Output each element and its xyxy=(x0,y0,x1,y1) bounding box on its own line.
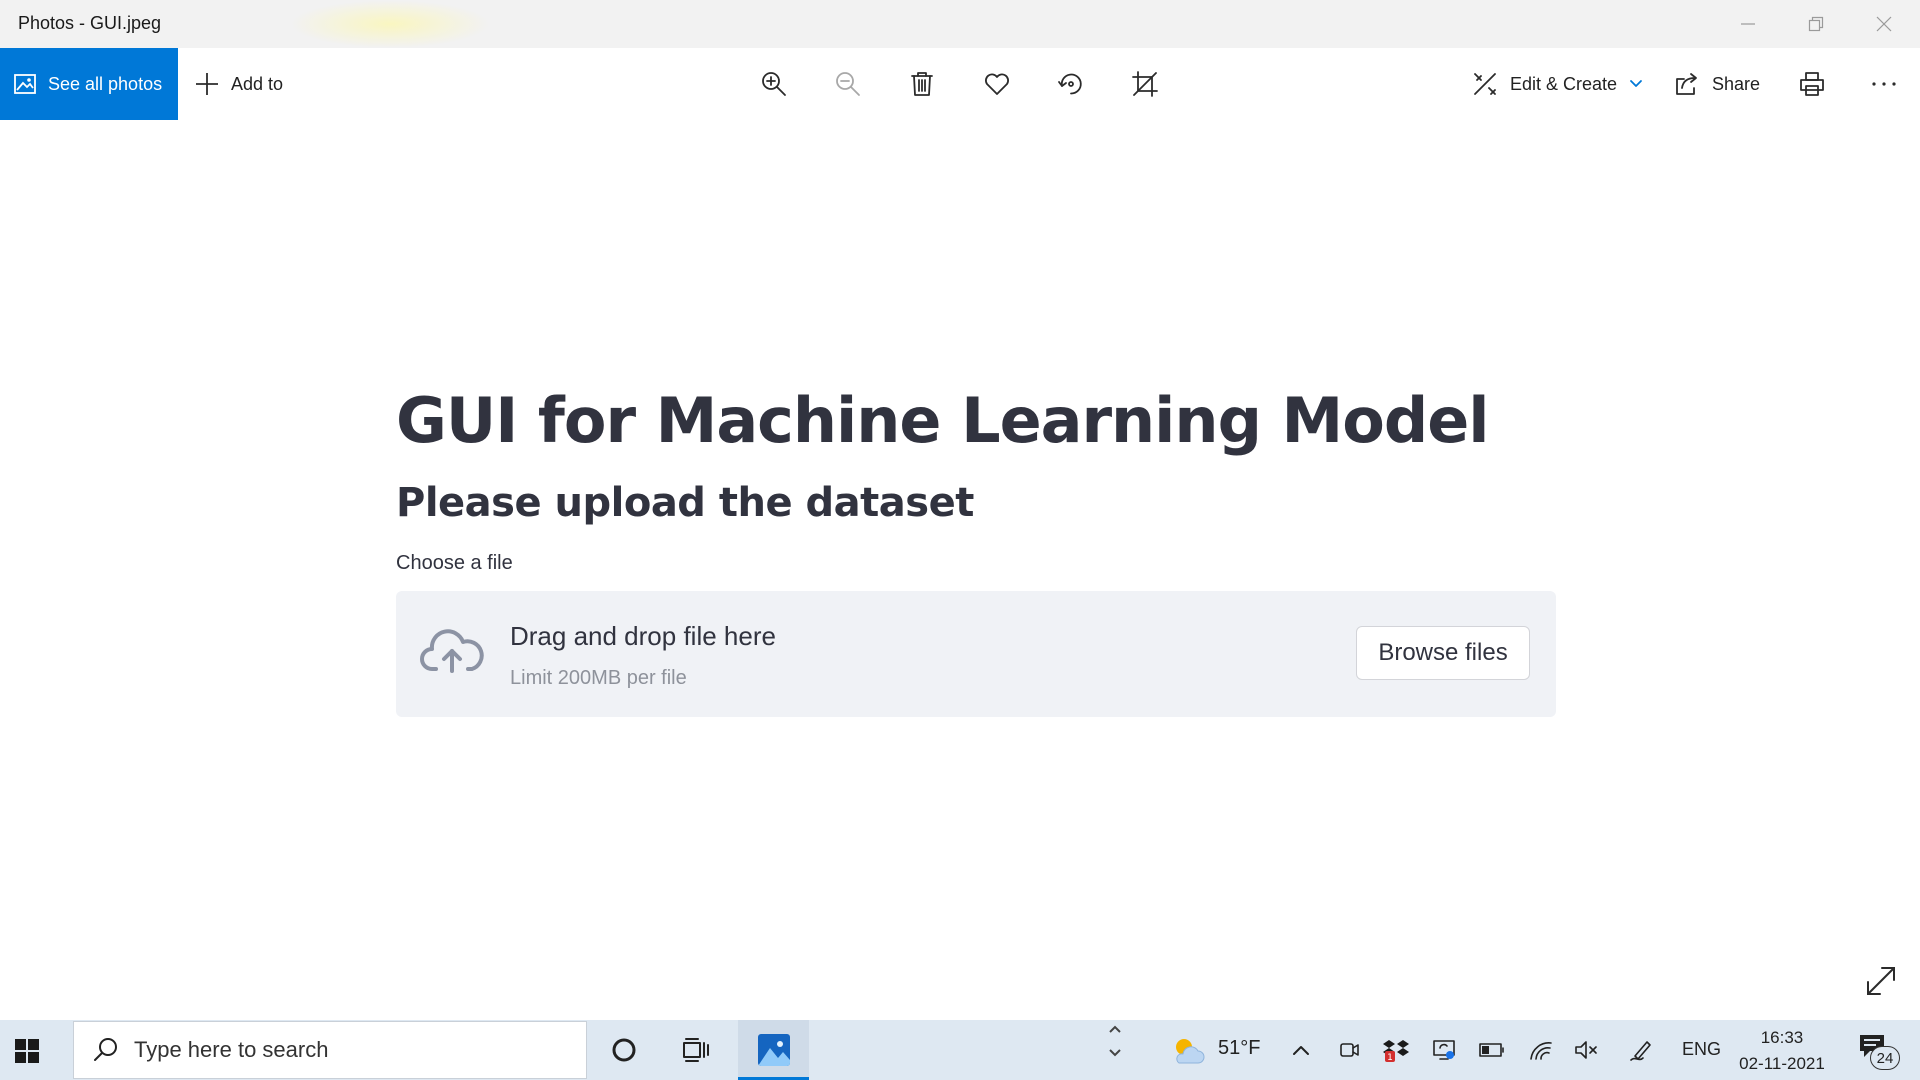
partly-cloudy-icon xyxy=(1176,1039,1205,1064)
restore-icon xyxy=(1808,16,1824,32)
chevron-down-icon xyxy=(1109,1049,1121,1057)
full-screen-button[interactable] xyxy=(1864,964,1898,1003)
chevron-down-icon xyxy=(1630,80,1642,87)
pen-icon xyxy=(1630,1041,1651,1061)
clock-time: 16:33 xyxy=(1760,1028,1804,1047)
weather-widget[interactable] xyxy=(1168,1020,1208,1080)
meet-now-button[interactable] xyxy=(1336,1020,1362,1080)
task-view-icon xyxy=(683,1038,709,1062)
expand-icon xyxy=(1867,967,1895,995)
crop-button[interactable] xyxy=(1121,60,1169,108)
battery-button[interactable] xyxy=(1478,1020,1506,1080)
crop-icon xyxy=(1132,71,1158,97)
ellipsis-icon xyxy=(1872,82,1896,86)
app-heading: GUI for Machine Learning Model xyxy=(396,384,1490,457)
taskbar-clock[interactable]: 16:33 02-11-2021 xyxy=(1734,1025,1830,1077)
chevron-up-icon xyxy=(1109,1025,1121,1033)
clock-date: 02-11-2021 xyxy=(1739,1054,1825,1073)
add-to-button[interactable]: Add to xyxy=(195,48,283,120)
photos-icon xyxy=(14,74,36,94)
restore-button[interactable] xyxy=(1782,0,1850,48)
input-language[interactable]: ENG xyxy=(1682,1039,1721,1060)
display-tray-button[interactable] xyxy=(1430,1020,1458,1080)
wifi-icon xyxy=(1530,1042,1552,1060)
taskbar: Type here to search 51°F 1 ENG 16:33 02-… xyxy=(0,1020,1920,1080)
minimize-button[interactable] xyxy=(1714,0,1782,48)
volume-button[interactable] xyxy=(1572,1020,1602,1080)
search-placeholder: Type here to search xyxy=(134,1037,329,1062)
dropzone-instructions: Drag and drop file here xyxy=(510,621,776,651)
windows-logo-icon xyxy=(15,1039,39,1063)
share-button[interactable]: Share xyxy=(1674,48,1760,120)
taskbar-search-box[interactable]: Type here to search xyxy=(73,1021,587,1079)
taskbar-photos-app[interactable] xyxy=(738,1020,809,1080)
cortana-icon xyxy=(612,1038,636,1062)
chevron-up-icon xyxy=(1293,1046,1309,1055)
edit-create-button[interactable]: Edit & Create xyxy=(1472,48,1643,120)
cloud-upload-icon xyxy=(420,629,484,680)
meet-now-icon xyxy=(1340,1043,1359,1057)
weather-temperature: 51°F xyxy=(1218,1037,1261,1059)
favorite-button[interactable] xyxy=(973,60,1021,108)
file-uploader-label: Choose a file xyxy=(396,552,513,574)
cortana-button[interactable] xyxy=(604,1020,644,1080)
title-bar-glow xyxy=(290,0,490,48)
zoom-in-button[interactable] xyxy=(750,60,798,108)
trash-icon xyxy=(911,72,933,96)
wifi-button[interactable] xyxy=(1526,1020,1556,1080)
task-view-button[interactable] xyxy=(676,1020,716,1080)
rotate-icon xyxy=(1058,73,1082,95)
close-button[interactable] xyxy=(1850,0,1918,48)
svg-text:1: 1 xyxy=(1387,1053,1393,1062)
battery-icon xyxy=(1479,1043,1504,1057)
notification-count-badge: 24 xyxy=(1870,1046,1900,1070)
edit-create-label: Edit & Create xyxy=(1510,73,1618,94)
print-button[interactable] xyxy=(1788,60,1836,108)
close-icon xyxy=(1876,16,1892,32)
edit-create-icon xyxy=(1474,73,1496,95)
zoom-in-icon xyxy=(762,72,786,96)
rotate-button[interactable] xyxy=(1047,60,1095,108)
plus-icon xyxy=(196,73,218,95)
pen-workspace-button[interactable] xyxy=(1626,1020,1658,1080)
file-dropzone: Drag and drop file here Limit 200MB per … xyxy=(396,591,1556,717)
start-button[interactable] xyxy=(14,1038,40,1069)
heart-icon xyxy=(985,73,1009,95)
browse-files-button: Browse files xyxy=(1356,626,1530,680)
share-label: Share xyxy=(1712,73,1761,94)
window-title: Photos - GUI.jpeg xyxy=(18,13,162,33)
add-to-label: Add to xyxy=(231,73,284,94)
photos-app-icon xyxy=(757,1034,790,1066)
dropbox-icon: 1 xyxy=(1383,1040,1409,1062)
search-icon xyxy=(94,1038,117,1061)
see-all-photos-label: See all photos xyxy=(48,73,163,94)
photos-toolbar: See all photos Add to Edit & Create Shar… xyxy=(0,48,1920,120)
zoom-out-button[interactable] xyxy=(824,60,872,108)
more-options-button[interactable] xyxy=(1860,60,1908,108)
volume-muted-icon xyxy=(1575,1041,1597,1059)
share-icon xyxy=(1676,73,1697,95)
taskbar-scroll-arrows[interactable] xyxy=(1108,1024,1122,1058)
see-all-photos-button[interactable]: See all photos xyxy=(0,48,178,120)
print-icon xyxy=(1800,72,1824,96)
dropbox-tray-button[interactable]: 1 xyxy=(1382,1020,1410,1080)
title-bar: Photos - GUI.jpeg xyxy=(0,0,1920,48)
minimize-icon xyxy=(1741,23,1755,25)
show-hidden-icons-button[interactable] xyxy=(1290,1020,1312,1080)
monitor-sync-icon xyxy=(1433,1040,1455,1060)
dropzone-limit: Limit 200MB per file xyxy=(510,667,687,689)
delete-button[interactable] xyxy=(898,60,946,108)
app-subheading: Please upload the dataset xyxy=(396,480,974,526)
displayed-image: GUI for Machine Learning Model Please up… xyxy=(396,380,1558,717)
zoom-out-icon xyxy=(836,72,860,96)
